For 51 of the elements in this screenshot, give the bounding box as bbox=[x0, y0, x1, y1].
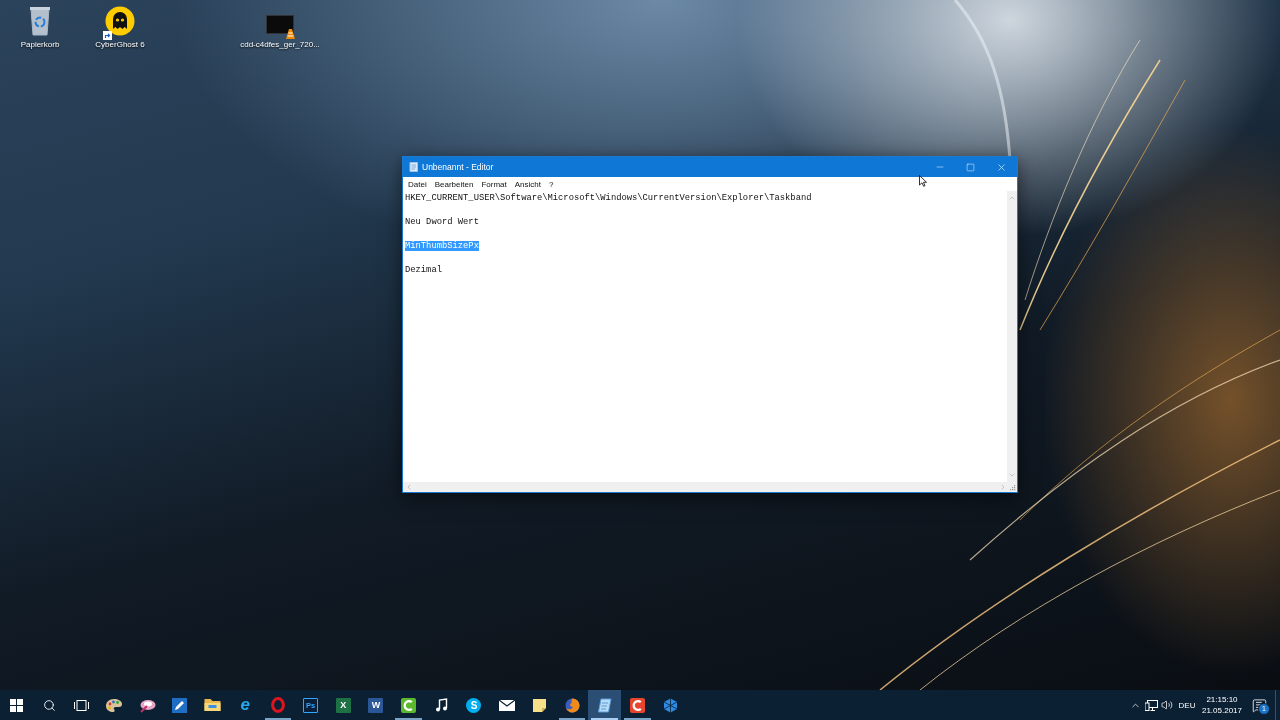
search-icon bbox=[42, 698, 56, 712]
desktop-icon-label[interactable]: cdd-c4dfes_ger_720... bbox=[240, 40, 320, 50]
arc-tile-icon bbox=[401, 697, 417, 713]
window-title: Unbenannt - Editor bbox=[422, 162, 495, 172]
menu-item[interactable]: Format bbox=[477, 177, 511, 191]
size-grip-icon[interactable] bbox=[1009, 483, 1016, 491]
menu-item[interactable]: Bearbeiten bbox=[430, 177, 478, 191]
traffic-cone-icon bbox=[286, 29, 295, 39]
paint-splash-icon bbox=[138, 697, 156, 713]
taskbar-button[interactable]: e bbox=[228, 690, 262, 720]
palette-icon bbox=[105, 697, 124, 713]
taskbar-button[interactable] bbox=[588, 690, 622, 720]
music-note-icon bbox=[434, 698, 448, 712]
ghost-icon bbox=[105, 6, 135, 36]
cubes-icon bbox=[662, 697, 678, 713]
windows-logo-icon bbox=[9, 698, 23, 712]
app-letter-logo: S bbox=[466, 697, 482, 713]
editor-text-line: Neu Dword Wert bbox=[405, 217, 479, 227]
menu-item[interactable]: ? bbox=[544, 177, 558, 191]
close-icon bbox=[996, 161, 1007, 173]
taskbar-button[interactable]: W bbox=[359, 690, 393, 720]
maximize-icon bbox=[966, 162, 975, 172]
app-letter-logo: e bbox=[239, 697, 251, 713]
folder-icon bbox=[203, 698, 221, 712]
envelope-icon bbox=[498, 699, 515, 711]
clock-date[interactable]: 21.05.2017 bbox=[1201, 705, 1242, 716]
video-thumbnail bbox=[266, 14, 294, 34]
app-letter-logo: X bbox=[335, 697, 351, 713]
desktop-icon-label[interactable]: Papierkorb bbox=[20, 40, 60, 50]
recycle-bin-icon bbox=[29, 6, 51, 36]
globe-icon bbox=[564, 697, 580, 713]
horizontal-scrollbar[interactable] bbox=[403, 482, 1017, 492]
app-letter-logo: W bbox=[368, 697, 384, 713]
clock-time[interactable]: 21:15:10 bbox=[1206, 694, 1238, 705]
editor-text-line: Dezimal bbox=[405, 265, 442, 275]
network-icon bbox=[1144, 699, 1158, 711]
taskbar-button[interactable]: X bbox=[326, 690, 360, 720]
menu-item[interactable]: Datei bbox=[404, 177, 431, 191]
notepad-icon bbox=[409, 162, 418, 172]
editor-text-line: HKEY_CURRENT_USER\Software\Microsoft\Windows\CurrentVersion\Explorer\Taskband bbox=[405, 193, 812, 203]
speaker-icon bbox=[1161, 699, 1173, 711]
sticky-note-icon bbox=[532, 698, 546, 712]
arc-tile-icon bbox=[629, 697, 645, 713]
language-indicator[interactable]: DEU bbox=[1177, 690, 1197, 720]
pen-tile-icon bbox=[172, 697, 188, 713]
notification-icon bbox=[1251, 697, 1267, 713]
notepad-icon bbox=[597, 697, 613, 713]
menu-item[interactable]: Ansicht bbox=[510, 177, 545, 191]
task-view-icon bbox=[74, 699, 90, 711]
ring-icon bbox=[270, 697, 285, 713]
desktop-icon-label[interactable]: CyberGhost 6 bbox=[95, 40, 145, 50]
